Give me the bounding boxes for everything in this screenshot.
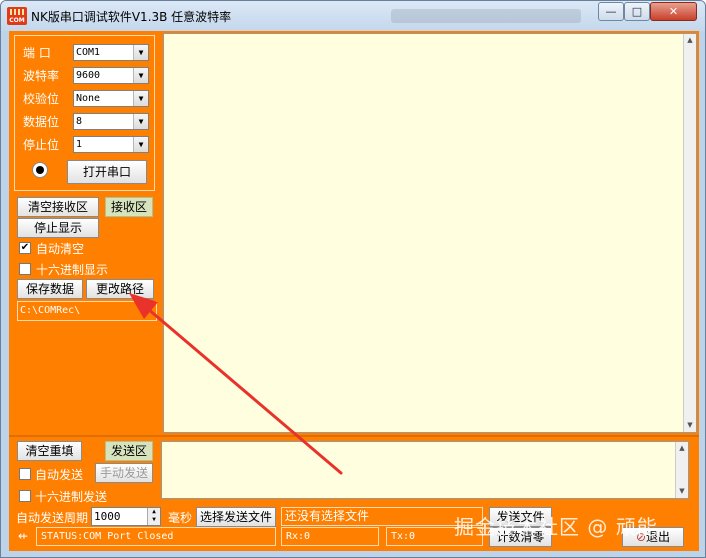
chevron-down-icon[interactable]: ▼ — [133, 137, 148, 152]
scroll-up-icon[interactable]: ▲ — [676, 442, 688, 455]
port-select[interactable]: COM1 ▼ — [73, 44, 149, 61]
receive-scrollbar[interactable]: ▲ ▼ — [683, 34, 696, 432]
chevron-down-icon[interactable]: ▼ — [133, 45, 148, 60]
hex-send-checkbox[interactable] — [19, 490, 31, 502]
port-status-led-icon — [32, 162, 48, 178]
check-icon: ✔ — [20, 242, 30, 253]
chevron-down-icon[interactable]: ▼ — [133, 68, 148, 83]
hex-display-checkbox[interactable] — [19, 263, 31, 275]
send-scrollbar[interactable]: ▲ ▼ — [675, 442, 688, 498]
clear-receive-button[interactable]: 清空接收区 — [17, 197, 99, 217]
status-text: STATUS:COM Port Closed — [36, 527, 276, 546]
app-icon: COM — [7, 7, 27, 25]
minimize-button[interactable]: — — [598, 2, 624, 21]
pin-icon[interactable]: ⇷ — [18, 529, 28, 543]
title-bar[interactable]: COM NK版串口调试软件V1.3B 任意波特率 — □ ✕ — [1, 1, 705, 31]
chevron-down-icon[interactable]: ▼ — [133, 114, 148, 129]
blurred-title-text — [391, 9, 581, 23]
manual-send-button[interactable]: 手动发送 — [95, 463, 153, 483]
auto-clear-checkbox[interactable]: ✔ — [19, 242, 31, 254]
clear-send-button[interactable]: 清空重填 — [17, 441, 82, 461]
open-port-button[interactable]: 打开串口 — [67, 160, 147, 184]
spinner-icon[interactable]: ▲ ▼ — [147, 508, 160, 525]
auto-send-label: 自动发送 — [35, 468, 84, 482]
divider — [9, 435, 699, 437]
watermark-text: 掘金技术社区 @ 顽能 — [454, 515, 658, 539]
save-path-display: C:\COMRec\ — [17, 301, 157, 321]
stopbits-select[interactable]: 1 ▼ — [73, 136, 149, 153]
maximize-button[interactable]: □ — [624, 2, 650, 21]
stopbits-label: 停止位 — [23, 138, 60, 152]
app-window: COM NK版串口调试软件V1.3B 任意波特率 — □ ✕ 端 口 COM1 … — [0, 0, 706, 558]
hex-send-label: 十六进制发送 — [35, 490, 108, 504]
file-status-display: 还没有选择文件 — [281, 507, 483, 526]
change-path-button[interactable]: 更改路径 — [86, 279, 154, 299]
auto-send-checkbox[interactable] — [19, 468, 31, 480]
databits-label: 数据位 — [23, 115, 60, 129]
save-data-button[interactable]: 保存数据 — [17, 279, 83, 299]
receive-textarea[interactable]: ▲ ▼ — [163, 33, 697, 433]
send-period-label: 自动发送周期 — [16, 511, 89, 525]
scroll-down-icon[interactable]: ▼ — [684, 419, 696, 432]
send-period-input[interactable]: 1000 ▲ ▼ — [91, 507, 161, 526]
port-label: 端 口 — [23, 46, 51, 60]
parity-select[interactable]: None ▼ — [73, 90, 149, 107]
scroll-up-icon[interactable]: ▲ — [684, 34, 696, 47]
chevron-down-icon[interactable]: ▼ — [133, 91, 148, 106]
send-textarea[interactable]: ▲ ▼ — [161, 441, 689, 499]
baud-select[interactable]: 9600 ▼ — [73, 67, 149, 84]
port-settings-group: 端 口 COM1 ▼ 波特率 9600 ▼ 校验位 None ▼ 数据位 8 ▼… — [14, 35, 155, 191]
close-button[interactable]: ✕ — [650, 2, 697, 21]
period-unit-label: 毫秒 — [168, 511, 193, 525]
auto-clear-label: 自动清空 — [36, 242, 85, 256]
window-title: NK版串口调试软件V1.3B 任意波特率 — [31, 10, 232, 24]
receive-area-tag: 接收区 — [105, 197, 153, 217]
scroll-down-icon[interactable]: ▼ — [676, 485, 688, 498]
client-area: 端 口 COM1 ▼ 波特率 9600 ▼ 校验位 None ▼ 数据位 8 ▼… — [9, 31, 699, 551]
hex-display-label: 十六进制显示 — [36, 263, 109, 277]
databits-select[interactable]: 8 ▼ — [73, 113, 149, 130]
send-area-tag: 发送区 — [105, 441, 153, 461]
select-file-button[interactable]: 选择发送文件 — [196, 507, 276, 527]
parity-label: 校验位 — [23, 92, 60, 106]
stop-display-button[interactable]: 停止显示 — [17, 218, 99, 238]
rx-counter: Rx:0 — [281, 527, 379, 546]
baud-label: 波特率 — [23, 69, 60, 83]
